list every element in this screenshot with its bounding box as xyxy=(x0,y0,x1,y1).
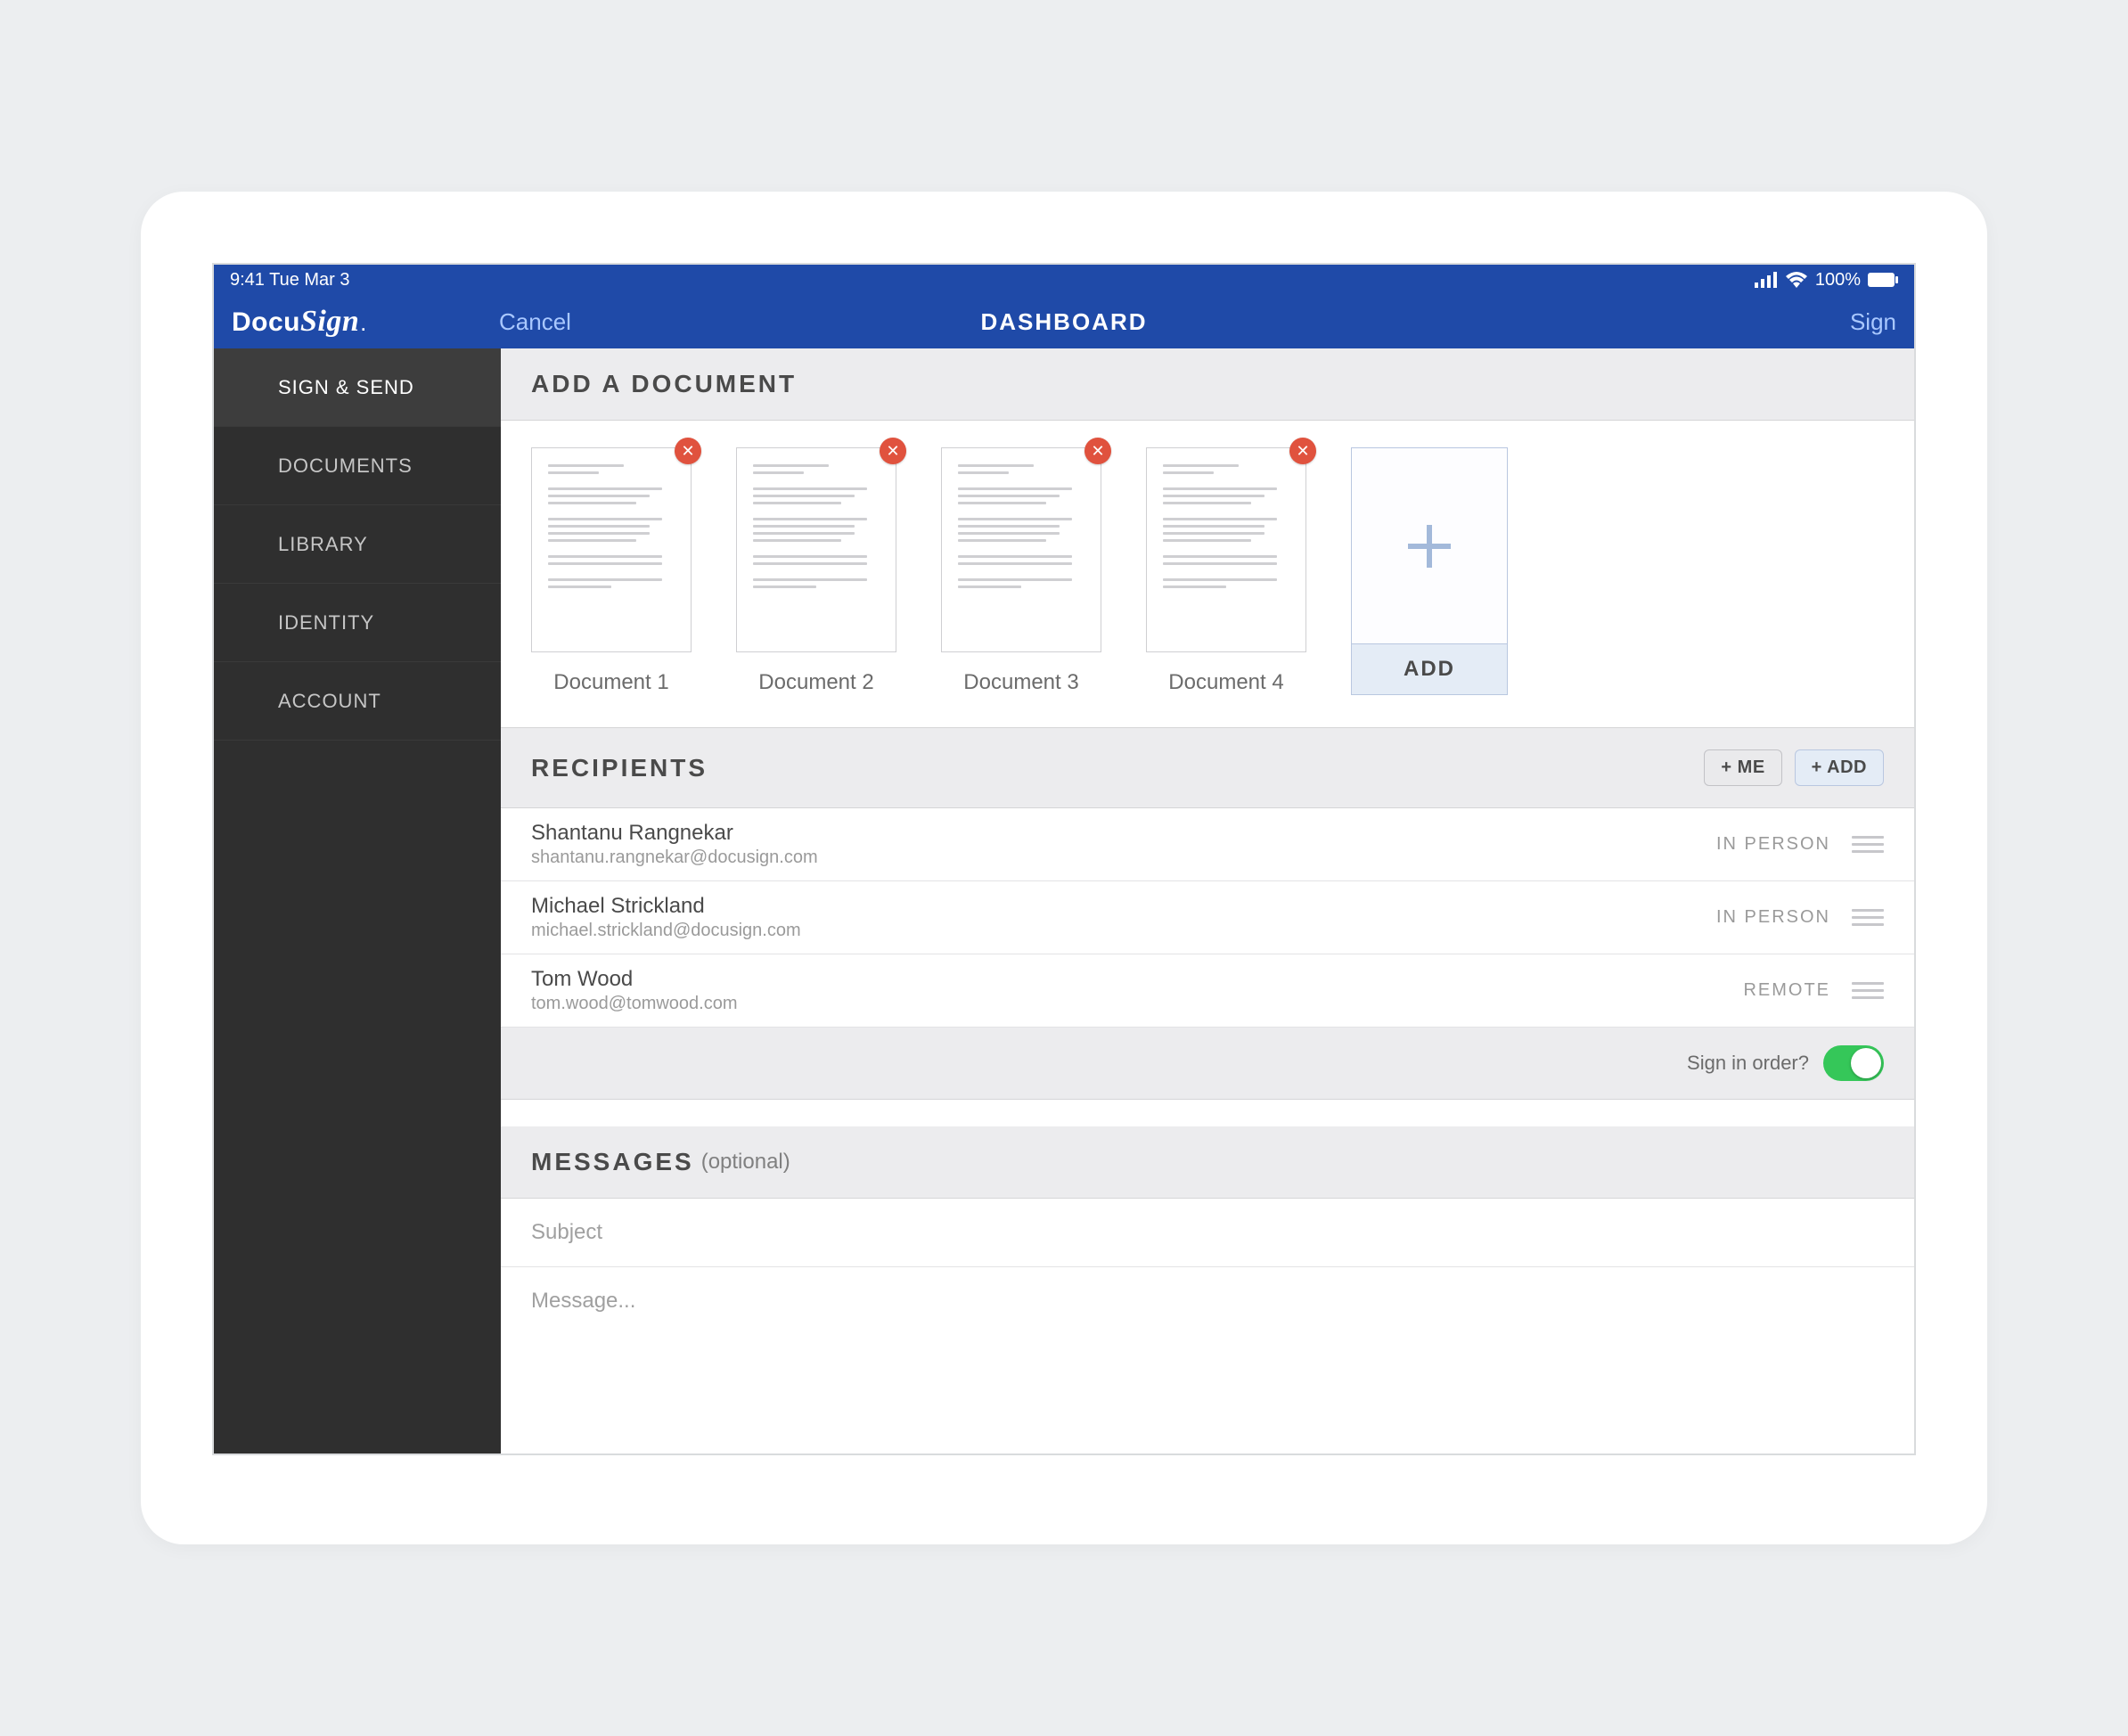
drag-handle-icon[interactable] xyxy=(1852,836,1884,853)
drag-handle-icon[interactable] xyxy=(1852,982,1884,999)
sidebar: SIGN & SEND DOCUMENTS LIBRARY IDENTITY A… xyxy=(214,348,501,1453)
recipient-row[interactable]: Michael Strickland michael.strickland@do… xyxy=(501,881,1914,954)
device-frame: 9:41 Tue Mar 3 100% DocuSign. Cancel DAS… xyxy=(141,192,1987,1544)
sidebar-item-account[interactable]: ACCOUNT xyxy=(214,662,501,741)
document-label: Document 1 xyxy=(553,670,668,695)
drag-handle-icon[interactable] xyxy=(1852,909,1884,926)
tablet-screen: 9:41 Tue Mar 3 100% DocuSign. Cancel DAS… xyxy=(212,263,1916,1455)
add-document-section-header: ADD A DOCUMENT xyxy=(501,348,1914,421)
main-content: ADD A DOCUMENT ✕ Document 1 xyxy=(501,348,1914,1453)
document-label: Document 3 xyxy=(963,670,1078,695)
document-label: Document 4 xyxy=(1168,670,1283,695)
remove-document-icon[interactable]: ✕ xyxy=(880,438,906,464)
recipient-mode: IN PERSON xyxy=(1716,834,1830,855)
sign-in-order-toggle[interactable] xyxy=(1823,1045,1884,1081)
add-me-button[interactable]: + ME xyxy=(1704,749,1781,786)
page-title: DASHBOARD xyxy=(981,308,1148,336)
recipient-email: shantanu.rangnekar@docusign.com xyxy=(531,848,818,868)
documents-row: ✕ Document 1 ✕ Document 2 xyxy=(501,421,1914,728)
recipient-info: Shantanu Rangnekar shantanu.rangnekar@do… xyxy=(531,821,818,868)
status-right: 100% xyxy=(1755,270,1898,291)
subject-row xyxy=(501,1199,1914,1267)
document-thumbnail: ✕ xyxy=(941,447,1101,652)
sidebar-item-library[interactable]: LIBRARY xyxy=(214,505,501,584)
recipients-title: RECIPIENTS xyxy=(531,754,708,782)
sign-button[interactable]: Sign xyxy=(1850,308,1896,336)
add-document-title: ADD A DOCUMENT xyxy=(531,370,797,398)
recipient-name: Shantanu Rangnekar xyxy=(531,821,818,846)
logo-sign: Sign xyxy=(300,305,359,339)
wifi-icon xyxy=(1785,272,1808,288)
status-bar: 9:41 Tue Mar 3 100% xyxy=(214,265,1914,295)
document-thumbnail: ✕ xyxy=(1146,447,1306,652)
messages-section-header: MESSAGES (optional) xyxy=(501,1126,1914,1199)
remove-document-icon[interactable]: ✕ xyxy=(1084,438,1111,464)
document-card[interactable]: ✕ Document 4 xyxy=(1146,447,1306,695)
sidebar-item-sign-send[interactable]: SIGN & SEND xyxy=(214,348,501,427)
signal-icon xyxy=(1755,272,1778,288)
remove-document-icon[interactable]: ✕ xyxy=(675,438,701,464)
battery-percent: 100% xyxy=(1815,270,1861,291)
sidebar-item-identity[interactable]: IDENTITY xyxy=(214,584,501,662)
plus-icon xyxy=(1352,448,1507,643)
recipient-info: Michael Strickland michael.strickland@do… xyxy=(531,894,801,941)
sign-in-order-label: Sign in order? xyxy=(1687,1052,1809,1075)
add-recipient-button[interactable]: + ADD xyxy=(1795,749,1884,786)
recipient-name: Michael Strickland xyxy=(531,894,801,919)
message-input[interactable] xyxy=(531,1289,1884,1314)
cancel-button[interactable]: Cancel xyxy=(499,308,571,336)
recipient-name: Tom Wood xyxy=(531,967,738,992)
app-body: SIGN & SEND DOCUMENTS LIBRARY IDENTITY A… xyxy=(214,348,1914,1453)
battery-icon xyxy=(1868,273,1898,287)
status-time: 9:41 Tue Mar 3 xyxy=(230,270,350,291)
document-card[interactable]: ✕ Document 3 xyxy=(941,447,1101,695)
remove-document-icon[interactable]: ✕ xyxy=(1289,438,1316,464)
recipient-email: michael.strickland@docusign.com xyxy=(531,921,801,941)
sign-in-order-row: Sign in order? xyxy=(501,1028,1914,1100)
recipient-row[interactable]: Shantanu Rangnekar shantanu.rangnekar@do… xyxy=(501,808,1914,881)
add-document-tile[interactable]: ADD xyxy=(1351,447,1508,695)
document-label: Document 2 xyxy=(758,670,873,695)
add-label: ADD xyxy=(1352,643,1507,694)
app-header: DocuSign. Cancel DASHBOARD Sign xyxy=(214,295,1914,348)
recipients-section-header: RECIPIENTS + ME + ADD xyxy=(501,728,1914,808)
recipient-mode: REMOTE xyxy=(1743,980,1830,1001)
document-card[interactable]: ✕ Document 1 xyxy=(531,447,692,695)
message-row xyxy=(501,1267,1914,1335)
recipient-row[interactable]: Tom Wood tom.wood@tomwood.com REMOTE xyxy=(501,954,1914,1028)
recipient-email: tom.wood@tomwood.com xyxy=(531,994,738,1014)
subject-input[interactable] xyxy=(531,1220,1884,1245)
logo-docu: Docu xyxy=(232,307,300,338)
document-thumbnail: ✕ xyxy=(531,447,692,652)
document-card[interactable]: ✕ Document 2 xyxy=(736,447,896,695)
messages-title: MESSAGES xyxy=(531,1148,694,1176)
docusign-logo: DocuSign. xyxy=(232,305,499,339)
messages-optional: (optional) xyxy=(701,1150,790,1175)
logo-dot: . xyxy=(361,316,366,335)
recipient-info: Tom Wood tom.wood@tomwood.com xyxy=(531,967,738,1014)
sidebar-item-documents[interactable]: DOCUMENTS xyxy=(214,427,501,505)
recipient-mode: IN PERSON xyxy=(1716,907,1830,928)
document-thumbnail: ✕ xyxy=(736,447,896,652)
